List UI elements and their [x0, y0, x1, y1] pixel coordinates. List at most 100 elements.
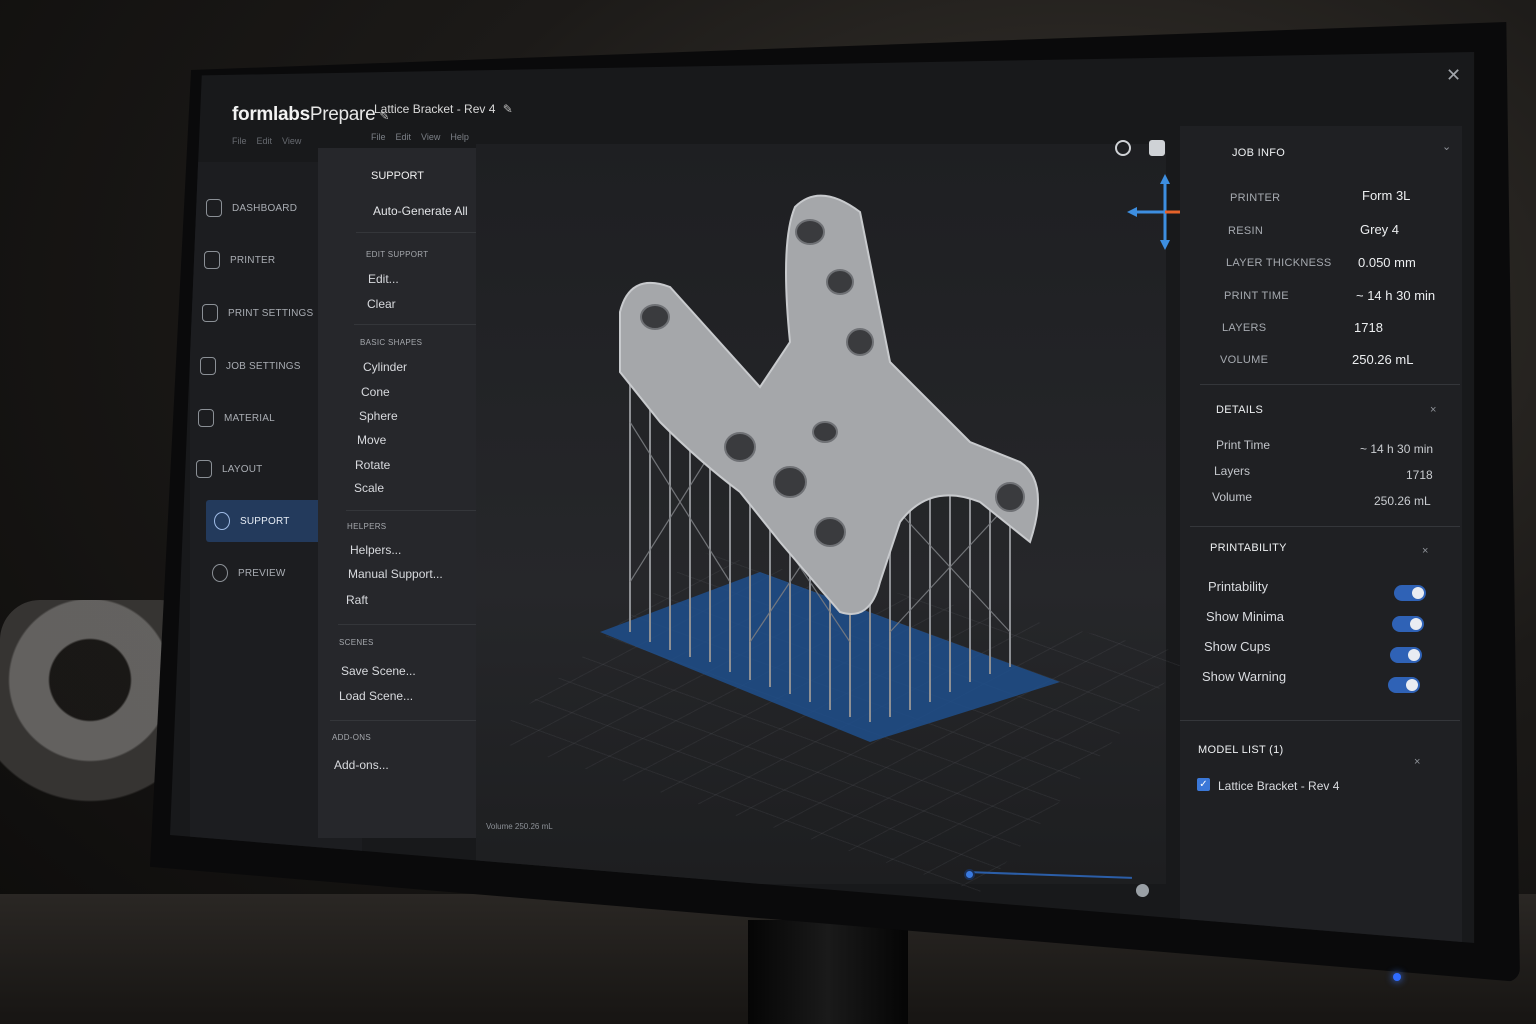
toggle-printability[interactable]: [1394, 585, 1426, 601]
job-info-title: JOB INFO: [1232, 147, 1286, 159]
sidebar-item-label: PREVIEW: [238, 567, 286, 579]
job-info-value: Form 3L: [1362, 188, 1411, 203]
sidebar-item-material[interactable]: MATERIAL: [198, 397, 318, 439]
sidebar-item-job-settings[interactable]: JOB SETTINGS: [200, 345, 320, 387]
cube-view-icon[interactable]: [1149, 140, 1165, 156]
job-info-label: LAYERS: [1222, 322, 1267, 334]
menu2-help[interactable]: Help: [450, 132, 469, 142]
menu-bar-primary: File Edit View: [232, 136, 311, 146]
preview-icon: [212, 564, 228, 582]
job-info-value: 250.26 mL: [1352, 352, 1414, 367]
auto-generate-button[interactable]: Auto-Generate All: [373, 204, 468, 218]
brand-rest: Prepare: [309, 104, 376, 125]
monitor-stand: [748, 920, 908, 1024]
sidebar-item-label: MATERIAL: [224, 412, 275, 424]
details-label: Volume: [1212, 490, 1253, 504]
divider: [330, 720, 496, 721]
sidebar-item-label: PRINT SETTINGS: [228, 307, 314, 319]
app-logo: formlabsPrepare ✎: [232, 104, 389, 126]
menu2-edit[interactable]: Edit: [396, 132, 412, 142]
toggle-show-warning[interactable]: [1388, 677, 1420, 693]
menu-item-raft[interactable]: Raft: [346, 593, 368, 607]
support-panel-title: SUPPORT: [371, 170, 424, 182]
menu-item-sphere[interactable]: Sphere: [359, 409, 398, 423]
sidebar-item-label: JOB SETTINGS: [226, 360, 301, 372]
menu-edit[interactable]: Edit: [257, 136, 273, 146]
sidebar-item-printer[interactable]: PRINTER: [204, 239, 324, 281]
details-close-icon[interactable]: ×: [1430, 404, 1436, 416]
document-title[interactable]: Lattice Bracket - Rev 4 ✎: [374, 102, 513, 116]
menu-file[interactable]: File: [232, 136, 247, 146]
material-icon: [198, 409, 214, 427]
details-label: Layers: [1214, 464, 1251, 478]
details-value: 250.26 mL: [1374, 494, 1431, 508]
section-edit-support: EDIT SUPPORT: [366, 250, 429, 259]
model-list-close-icon[interactable]: ×: [1414, 756, 1420, 768]
model-list-title: MODEL LIST (1): [1198, 744, 1284, 756]
details-title: DETAILS: [1216, 404, 1264, 416]
toggle-label: Show Cups: [1204, 639, 1271, 654]
divider: [1180, 720, 1460, 721]
divider: [1200, 384, 1460, 385]
details-label: Print Time: [1216, 438, 1271, 452]
menu-item-helpers[interactable]: Helpers...: [350, 543, 401, 557]
sidebar-item-label: SUPPORT: [240, 515, 290, 527]
layout-icon: [196, 460, 212, 478]
printability-close-icon[interactable]: ×: [1422, 545, 1428, 557]
job-info-collapse-icon[interactable]: ⌄: [1442, 140, 1451, 153]
edit-title-icon[interactable]: ✎: [503, 102, 513, 116]
sidebar-item-print-settings[interactable]: PRINT SETTINGS: [202, 292, 322, 334]
menu-item-clear[interactable]: Clear: [367, 297, 396, 311]
menu2-file[interactable]: File: [371, 132, 386, 142]
sidebar-item-label: PRINTER: [230, 254, 276, 266]
divider: [1190, 526, 1460, 527]
rotate-view-icon[interactable]: [1115, 140, 1131, 156]
job-settings-icon: [200, 357, 216, 375]
toggle-show-cups[interactable]: [1390, 647, 1422, 663]
power-led-icon: [1393, 973, 1401, 981]
job-info-value: ~ 14 h 30 min: [1356, 288, 1436, 303]
brand-bold: formlabs: [232, 104, 310, 125]
toggle-label: Show Warning: [1202, 669, 1287, 684]
menu-item-cone[interactable]: Cone: [361, 385, 390, 399]
section-add-ons: ADD-ONS: [332, 733, 371, 742]
job-info-value: 1718: [1354, 320, 1383, 335]
sidebar-item-label: DASHBOARD: [232, 202, 298, 214]
menu-item-add-ons[interactable]: Add-ons...: [334, 758, 389, 772]
menu-item-manual-support[interactable]: Manual Support...: [348, 567, 443, 581]
sidebar-item-preview[interactable]: PREVIEW: [212, 552, 332, 594]
print-settings-icon: [202, 304, 218, 322]
menu-item-edit[interactable]: Edit...: [368, 272, 399, 286]
sidebar-item-layout[interactable]: LAYOUT: [196, 448, 316, 490]
details-value: 1718: [1406, 468, 1433, 482]
document-title-text: Lattice Bracket - Rev 4: [374, 102, 496, 116]
menu-item-rotate[interactable]: Rotate: [355, 458, 390, 472]
job-info-label: PRINTER: [1230, 192, 1281, 204]
menu-item-load-scene[interactable]: Load Scene...: [339, 689, 413, 703]
job-info-label: RESIN: [1228, 225, 1264, 237]
menu-item-cylinder[interactable]: Cylinder: [363, 360, 407, 374]
job-info-label: PRINT TIME: [1224, 290, 1289, 302]
sidebar-item-dashboard[interactable]: DASHBOARD: [206, 187, 326, 229]
layer-slider-handle[interactable]: [964, 869, 975, 880]
job-info-value: Grey 4: [1360, 222, 1400, 237]
support-icon: [214, 512, 230, 530]
model-checkbox[interactable]: ✓: [1197, 778, 1210, 791]
menu-item-save-scene[interactable]: Save Scene...: [341, 664, 416, 678]
sidebar-item-support[interactable]: SUPPORT: [206, 500, 322, 542]
model-render[interactable]: [590, 162, 1070, 742]
model-list-item[interactable]: Lattice Bracket - Rev 4: [1218, 779, 1339, 793]
menu-item-move[interactable]: Move: [357, 433, 386, 447]
menu-view[interactable]: View: [282, 136, 301, 146]
toggle-show-minima[interactable]: [1392, 616, 1424, 632]
menu-item-scale[interactable]: Scale: [354, 481, 384, 495]
details-value: ~ 14 h 30 min: [1360, 442, 1434, 456]
status-bar-text: Volume 250.26 mL: [486, 822, 553, 831]
menu-bar-secondary: File Edit View Help: [371, 132, 479, 142]
dashboard-icon: [206, 199, 222, 217]
job-info-label: LAYER THICKNESS: [1226, 257, 1332, 269]
bracket-body: [619, 194, 1039, 615]
menu2-view[interactable]: View: [421, 132, 440, 142]
window-close-icon[interactable]: ✕: [1446, 65, 1461, 86]
slider-end-icon[interactable]: [1136, 884, 1149, 897]
